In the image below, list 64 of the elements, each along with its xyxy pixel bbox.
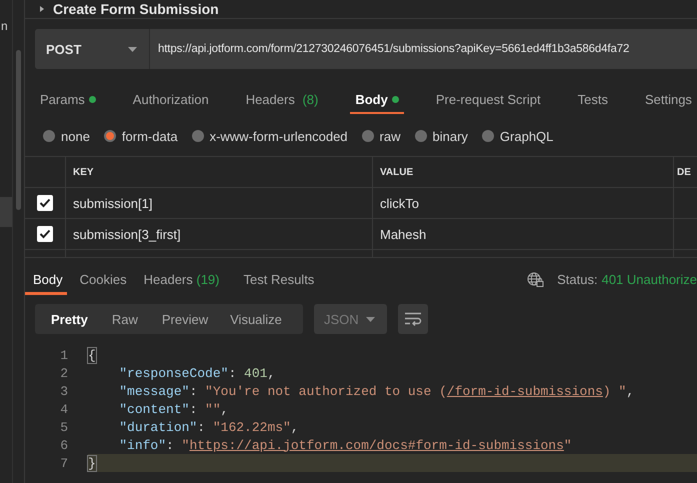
radio-option[interactable]: binary — [414, 128, 468, 144]
line-number: 4 — [59, 402, 69, 416]
code-line: } — [88, 456, 96, 470]
line-number: 2 — [59, 366, 69, 380]
tab[interactable]: Body — [350, 86, 404, 114]
tab[interactable]: Headers (8) — [240, 86, 324, 114]
tab[interactable]: Tests — [572, 86, 613, 114]
tab[interactable]: Pre-request Script — [430, 86, 546, 114]
table-cell: submission[1] — [73, 196, 152, 210]
tab[interactable]: Body — [25, 266, 67, 295]
radio-icon[interactable] — [414, 130, 426, 142]
code-line: "message": "You're not authorized to use (/form-id-submissions) ", — [118, 384, 634, 398]
code-link[interactable]: /form-id-submissions — [446, 384, 603, 398]
caret-icon[interactable] — [39, 6, 45, 12]
radio-option[interactable]: x-www-form-urlencoded — [192, 128, 348, 144]
wrap-icon — [404, 312, 422, 326]
radio-option[interactable]: GraphQL — [482, 128, 554, 144]
request-title: Create Form Submission — [53, 1, 219, 18]
scrollbar[interactable] — [16, 50, 21, 210]
tab[interactable]: Authorization — [128, 86, 214, 114]
code-line: "responseCode": 401, — [118, 366, 276, 380]
radio-icon[interactable] — [362, 130, 374, 142]
line-number: 5 — [59, 420, 69, 434]
tab[interactable]: Settings — [640, 86, 697, 114]
column-header: DE — [677, 166, 691, 178]
globe-lock-icon[interactable] — [527, 272, 544, 286]
status-value: 401 Unauthorize — [602, 272, 697, 286]
line-number: 1 — [59, 348, 69, 362]
tab[interactable]: Cookies — [72, 266, 131, 295]
wrap-lines-button[interactable] — [398, 304, 428, 334]
method-dropdown[interactable]: POST — [35, 29, 150, 69]
code-line: "duration": "162.22ms", — [118, 420, 299, 434]
radio-icon[interactable] — [482, 130, 494, 142]
column-header: VALUE — [380, 166, 414, 178]
status-label: Status: — [557, 272, 598, 286]
view-mode-button[interactable]: Raw — [100, 304, 150, 334]
radio-option[interactable]: none — [43, 128, 90, 144]
radio-option[interactable]: raw — [362, 128, 400, 144]
checkbox[interactable] — [37, 195, 53, 211]
caret-icon — [128, 46, 137, 52]
table-cell: submission[3_first] — [73, 226, 181, 242]
sidebar-text: n — [1, 19, 8, 33]
radio-icon[interactable] — [43, 130, 55, 142]
tab[interactable]: Params — [35, 86, 101, 114]
tab[interactable]: Headers (19) — [136, 266, 224, 295]
line-number: 6 — [59, 438, 69, 452]
tab[interactable]: Test Results — [236, 266, 318, 295]
radio-icon[interactable] — [104, 130, 116, 142]
caret-icon — [366, 316, 375, 322]
code-line: { — [88, 348, 96, 362]
view-mode-button[interactable]: Preview — [150, 304, 220, 334]
code-link[interactable]: https://api.jotform.com/docs#form-id-submissions — [189, 438, 564, 452]
code-line: "info": "https://api.jotform.com/docs#form-id-submissions" — [118, 438, 572, 452]
table-cell: Mahesh — [380, 226, 426, 242]
code-line: "content": "", — [118, 402, 228, 416]
line-number: 7 — [59, 456, 69, 470]
column-header: KEY — [73, 166, 94, 178]
line-number: 3 — [59, 384, 69, 398]
view-mode-button[interactable]: Pretty — [39, 304, 100, 334]
radio-icon[interactable] — [192, 130, 204, 142]
table-cell: clickTo — [380, 196, 420, 210]
checkbox[interactable] — [37, 226, 53, 242]
radio-option[interactable]: form-data — [104, 128, 178, 144]
view-mode-button[interactable]: Visualize — [220, 304, 292, 334]
